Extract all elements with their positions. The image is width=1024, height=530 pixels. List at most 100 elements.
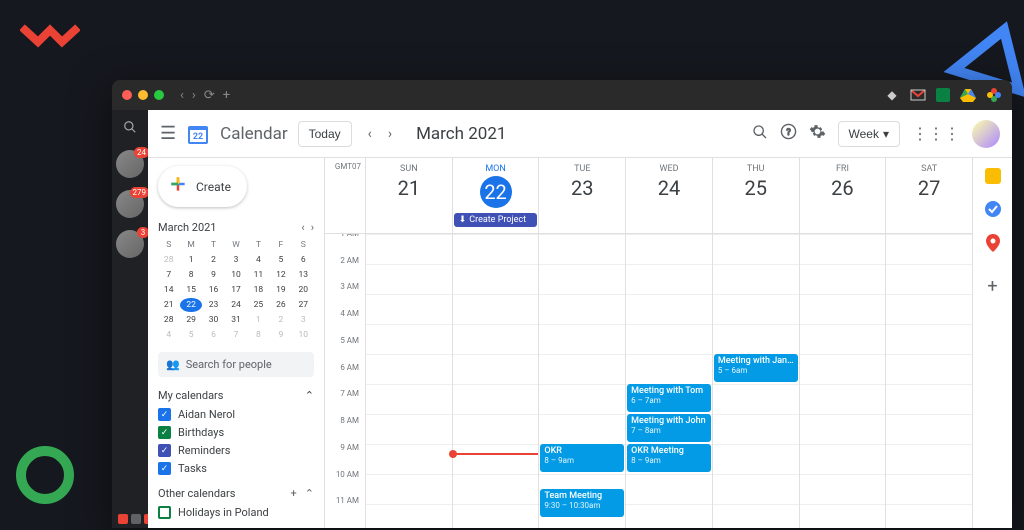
- rail-avatar-1[interactable]: 24: [116, 150, 144, 178]
- rail-avatar-2[interactable]: 279: [116, 190, 144, 218]
- mini-cal-day[interactable]: 3: [293, 313, 314, 327]
- allday-cell[interactable]: [799, 212, 886, 233]
- calendar-item[interactable]: Aidan Nerol: [158, 408, 314, 421]
- other-calendars-header[interactable]: Other calendars + ⌃: [158, 487, 314, 500]
- apps-grid-icon[interactable]: ⋮⋮⋮: [912, 124, 960, 143]
- event[interactable]: Meeting with John7 – 8am: [627, 414, 711, 442]
- close-window-button[interactable]: [122, 90, 132, 100]
- allday-cell[interactable]: [365, 212, 452, 233]
- mini-cal-day[interactable]: 13: [293, 268, 314, 282]
- maps-icon[interactable]: [984, 234, 1002, 252]
- event[interactable]: Team Meeting9:30 – 10:30am: [540, 489, 624, 517]
- mini-cal-day[interactable]: 17: [225, 283, 246, 297]
- calendar-item[interactable]: Holidays in Poland: [158, 506, 314, 519]
- mini-cal-day[interactable]: 31: [225, 313, 246, 327]
- mini-cal-day[interactable]: 26: [270, 298, 291, 312]
- new-tab-button[interactable]: +: [223, 88, 230, 103]
- calendar-item[interactable]: Birthdays: [158, 426, 314, 439]
- calendar-item[interactable]: Tasks: [158, 462, 314, 475]
- gmail-icon[interactable]: [910, 87, 926, 103]
- create-button[interactable]: Create: [158, 166, 247, 207]
- settings-icon[interactable]: [809, 123, 826, 144]
- add-addon-button[interactable]: +: [987, 276, 997, 297]
- search-people-input[interactable]: 👥 Search for people: [158, 352, 314, 377]
- allday-cell[interactable]: [712, 212, 799, 233]
- day-header[interactable]: THU25: [712, 158, 799, 212]
- day-header[interactable]: SAT27: [885, 158, 972, 212]
- mini-cal-day[interactable]: 8: [180, 268, 201, 282]
- day-header[interactable]: MON22: [452, 158, 539, 212]
- rail-app-1[interactable]: [118, 514, 128, 524]
- layers-icon[interactable]: ◆: [884, 87, 900, 103]
- mini-cal-day[interactable]: 1: [248, 313, 269, 327]
- rail-avatar-3[interactable]: 3: [116, 230, 144, 258]
- mini-cal-day[interactable]: 12: [270, 268, 291, 282]
- mini-cal-day[interactable]: 21: [158, 298, 179, 312]
- mini-cal-day[interactable]: 10: [293, 328, 314, 342]
- mini-cal-day[interactable]: 5: [180, 328, 201, 342]
- day-column[interactable]: Meeting with Tom6 – 7amMeeting with John…: [625, 234, 712, 528]
- mini-cal-day[interactable]: 1: [180, 253, 201, 267]
- calendar-checkbox[interactable]: [158, 426, 171, 439]
- forward-button[interactable]: ›: [192, 88, 196, 103]
- mini-cal-day[interactable]: 11: [248, 268, 269, 282]
- photos-icon[interactable]: [986, 87, 1002, 103]
- search-icon[interactable]: [752, 124, 768, 144]
- view-selector[interactable]: Week ▾: [838, 121, 901, 147]
- mini-cal-day[interactable]: 8: [248, 328, 269, 342]
- mini-cal-day[interactable]: 6: [293, 253, 314, 267]
- allday-cell[interactable]: ⬇Create Project: [452, 212, 539, 233]
- rail-app-2[interactable]: [131, 514, 141, 524]
- mini-cal-day[interactable]: 6: [203, 328, 224, 342]
- mini-cal-day[interactable]: 3: [225, 253, 246, 267]
- day-header[interactable]: FRI26: [799, 158, 886, 212]
- event[interactable]: Meeting with Tom6 – 7am: [627, 384, 711, 412]
- calendar-checkbox[interactable]: [158, 506, 171, 519]
- rail-search-icon[interactable]: [123, 120, 137, 138]
- minimize-window-button[interactable]: [138, 90, 148, 100]
- profile-avatar[interactable]: [972, 120, 1000, 148]
- menu-button[interactable]: ☰: [160, 123, 176, 144]
- today-button[interactable]: Today: [298, 121, 352, 147]
- day-column[interactable]: [885, 234, 972, 528]
- mini-cal-day[interactable]: 16: [203, 283, 224, 297]
- mini-cal-day[interactable]: 2: [203, 253, 224, 267]
- mini-cal-day[interactable]: 2: [270, 313, 291, 327]
- back-button[interactable]: ‹: [180, 88, 184, 103]
- mini-cal-day[interactable]: 18: [248, 283, 269, 297]
- reload-button[interactable]: ⟳: [204, 88, 215, 103]
- mini-cal-day[interactable]: 22: [180, 298, 201, 312]
- mini-cal-day[interactable]: 5: [270, 253, 291, 267]
- mini-cal-day[interactable]: 23: [203, 298, 224, 312]
- event[interactable]: Meeting with Jan & M5 – 6am: [714, 354, 798, 382]
- day-column[interactable]: Meeting with Jan & M5 – 6am: [712, 234, 799, 528]
- mini-cal-day[interactable]: 20: [293, 283, 314, 297]
- event[interactable]: OKR8 – 9am: [540, 444, 624, 472]
- day-column[interactable]: [799, 234, 886, 528]
- mini-cal-day[interactable]: 29: [180, 313, 201, 327]
- my-calendars-header[interactable]: My calendars ⌃: [158, 389, 314, 402]
- mini-cal-day[interactable]: 25: [248, 298, 269, 312]
- event[interactable]: OKR Meeting8 – 9am: [627, 444, 711, 472]
- mini-cal-day[interactable]: 15: [180, 283, 201, 297]
- mini-cal-prev[interactable]: ‹: [301, 221, 304, 234]
- mini-cal-day[interactable]: 30: [203, 313, 224, 327]
- mini-cal-day[interactable]: 19: [270, 283, 291, 297]
- maximize-window-button[interactable]: [154, 90, 164, 100]
- mini-cal-day[interactable]: 28: [158, 313, 179, 327]
- mini-cal-day[interactable]: 24: [225, 298, 246, 312]
- calendar-checkbox[interactable]: [158, 462, 171, 475]
- calendar-item[interactable]: Reminders: [158, 444, 314, 457]
- mini-cal-day[interactable]: 4: [248, 253, 269, 267]
- mini-cal-day[interactable]: 9: [270, 328, 291, 342]
- allday-cell[interactable]: [538, 212, 625, 233]
- day-header[interactable]: WED24: [625, 158, 712, 212]
- mini-cal-day[interactable]: 7: [225, 328, 246, 342]
- prev-period-button[interactable]: ‹: [362, 122, 378, 146]
- allday-event[interactable]: ⬇Create Project: [454, 213, 538, 227]
- allday-cell[interactable]: [885, 212, 972, 233]
- mini-cal-day[interactable]: 14: [158, 283, 179, 297]
- help-icon[interactable]: ?: [780, 123, 797, 144]
- next-period-button[interactable]: ›: [382, 122, 398, 146]
- calendar-checkbox[interactable]: [158, 408, 171, 421]
